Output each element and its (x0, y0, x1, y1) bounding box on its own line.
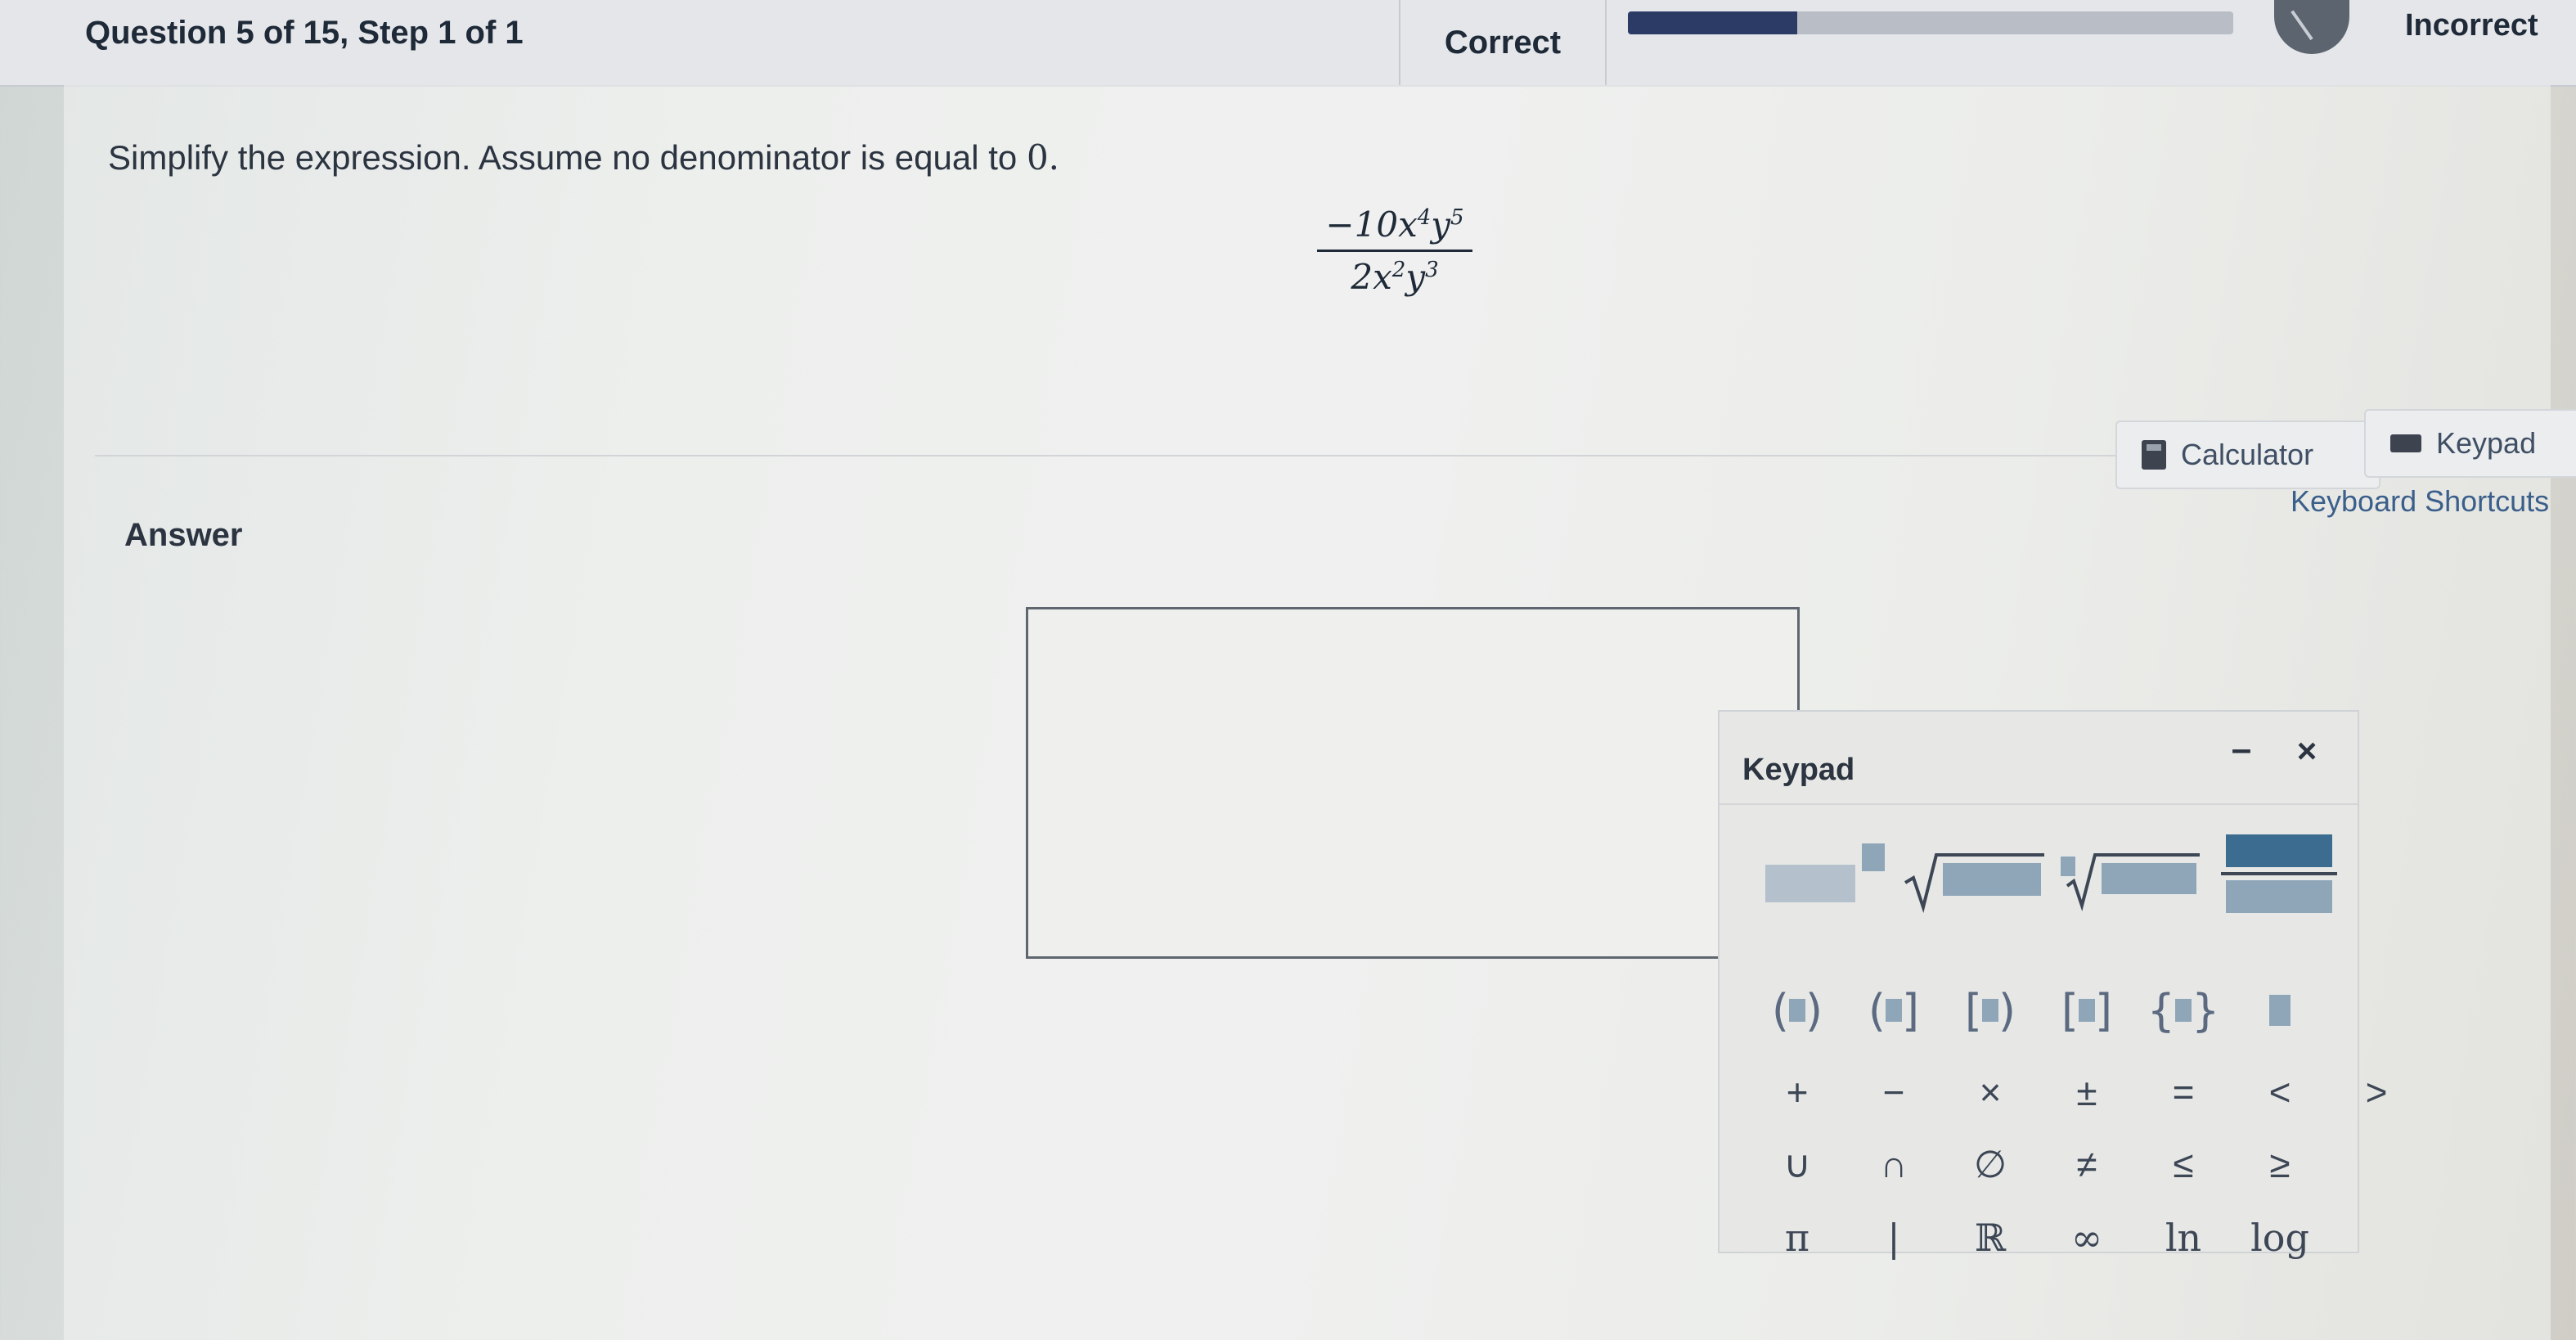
times-key[interactable]: × (1942, 1055, 2039, 1129)
fraction-key[interactable] (2207, 828, 2346, 918)
numerator-exponent-y: 5 (1450, 205, 1464, 230)
real-numbers-key[interactable]: ℝ (1942, 1201, 2039, 1275)
interval-open-closed-key[interactable]: (] (1845, 974, 1942, 1047)
prompt-zero: 0. (1026, 137, 1060, 178)
denominator-exponent-x: 2 (1391, 258, 1406, 282)
intersection-key[interactable]: ∩ (1845, 1127, 1942, 1201)
progress-bar (1628, 11, 2233, 34)
plus-key[interactable]: + (1749, 1055, 1845, 1129)
gauge-icon (2274, 0, 2349, 54)
plus-minus-key[interactable]: ± (2039, 1055, 2135, 1129)
top-bar: Question 5 of 15, Step 1 of 1 Correct In… (0, 0, 2576, 87)
keypad-label: Keypad (2436, 426, 2537, 460)
nth-root-key[interactable] (2052, 828, 2207, 918)
square-root-icon (1904, 853, 2044, 914)
keypad-panel: Keypad – × () (] [) [] {} + − × ± =… (1718, 710, 2387, 1260)
denominator-variable-x: x (1373, 257, 1392, 297)
incorrect-label: Incorrect (2405, 8, 2538, 43)
calculator-label: Calculator (2181, 438, 2314, 471)
grouping-keys-row: () (] [) [] {} (1749, 974, 2328, 1047)
ln-key[interactable]: ln (2135, 1201, 2232, 1275)
gauge-needle (2291, 10, 2313, 41)
correct-counter: Correct (1399, 0, 1607, 85)
empty-set-key[interactable]: ∅ (1942, 1127, 2039, 1201)
keypad-title: Keypad (1742, 753, 1855, 787)
calculator-button[interactable]: Calculator (2115, 420, 2380, 489)
such-that-key[interactable]: | (1845, 1201, 1942, 1275)
numerator-variable-y: y (1431, 205, 1451, 245)
keypad-header: Keypad – × (1720, 712, 2358, 805)
less-than-key[interactable]: < (2232, 1055, 2328, 1129)
set-symbols-row: ∪ ∩ ∅ ≠ ≤ ≥ (1749, 1127, 2328, 1201)
log-key[interactable]: log (2232, 1201, 2328, 1275)
not-equal-key[interactable]: ≠ (2039, 1127, 2135, 1201)
braces-key[interactable]: {} (2135, 974, 2232, 1047)
greater-than-key[interactable]: > (2328, 1055, 2425, 1129)
answer-label: Answer (124, 517, 243, 553)
less-equal-key[interactable]: ≤ (2135, 1127, 2232, 1201)
brackets-key[interactable]: [] (2039, 974, 2135, 1047)
constants-row: π | ℝ ∞ ln log (1749, 1201, 2328, 1275)
interval-closed-open-key[interactable]: [) (1942, 974, 2039, 1047)
template-keys-row (1749, 828, 2346, 918)
denominator-variable-y: y (1405, 257, 1426, 297)
nth-root-icon (2061, 853, 2200, 912)
question-title: Question 5 of 15, Step 1 of 1 (85, 15, 524, 51)
denominator-coefficient: 2 (1351, 257, 1373, 297)
keyboard-icon (2390, 434, 2421, 452)
operators-row: + − × ± = < > (1749, 1055, 2425, 1129)
numerator-coefficient: −10 (1325, 205, 1399, 245)
math-expression: −10x4y5 2x2y3 (1317, 205, 1472, 297)
keyboard-shortcuts-link[interactable]: Keyboard Shortcuts (2291, 484, 2549, 519)
pi-key[interactable]: π (1749, 1201, 1845, 1275)
keypad-button[interactable]: Keypad (2364, 409, 2576, 478)
minimize-button[interactable]: – (2217, 725, 2266, 774)
exponent-key[interactable] (1749, 828, 1896, 918)
parentheses-key[interactable]: () (1749, 974, 1845, 1047)
exponent-template-icon (1765, 843, 1885, 902)
greater-equal-key[interactable]: ≥ (2232, 1127, 2328, 1201)
progress-fill (1628, 11, 1798, 34)
question-prompt: Simplify the expression. Assume no denom… (108, 137, 1059, 178)
union-key[interactable]: ∪ (1749, 1127, 1845, 1201)
calculator-icon (2142, 440, 2166, 470)
denominator-exponent-y: 3 (1425, 258, 1439, 282)
infinity-key[interactable]: ∞ (2039, 1201, 2135, 1275)
numerator-exponent-x: 4 (1417, 205, 1432, 230)
equals-key[interactable]: = (2135, 1055, 2232, 1129)
expression-numerator: −10x4y5 (1317, 205, 1472, 250)
expression-denominator: 2x2y3 (1317, 252, 1472, 297)
fraction-template-icon (2221, 834, 2337, 913)
prompt-text: Simplify the expression. Assume no denom… (108, 138, 1027, 177)
numerator-variable-x: x (1398, 205, 1418, 245)
minus-key[interactable]: − (1845, 1055, 1942, 1129)
absolute-value-key[interactable] (2232, 974, 2328, 1047)
square-root-key[interactable] (1896, 828, 2052, 918)
correct-label: Correct (1444, 24, 1562, 61)
close-icon[interactable]: × (2282, 726, 2331, 776)
answer-input[interactable] (1026, 607, 1800, 959)
